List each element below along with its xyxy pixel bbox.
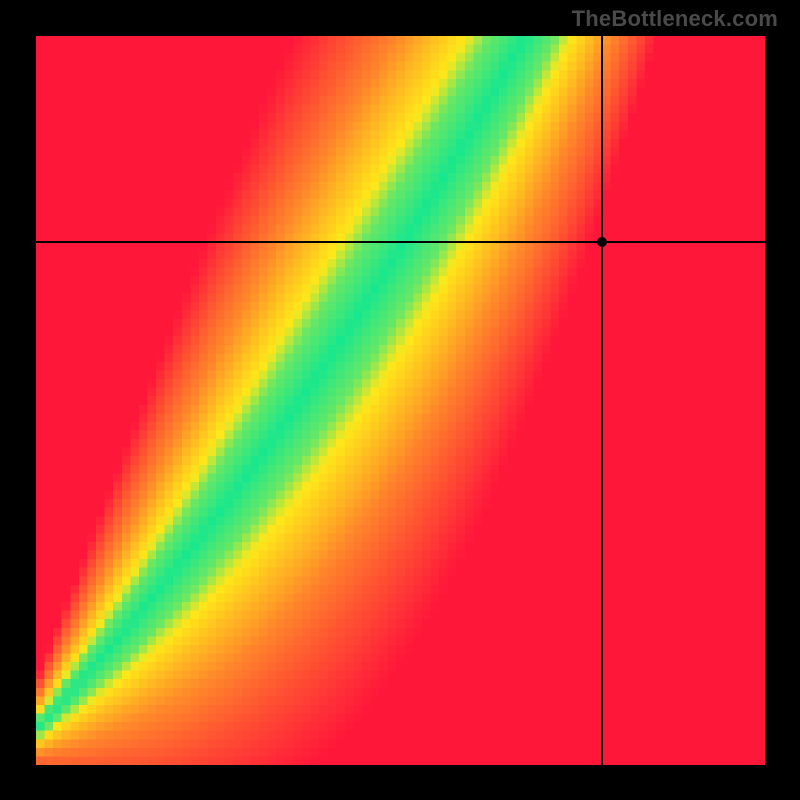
bottleneck-heatmap	[36, 36, 765, 765]
watermark-text: TheBottleneck.com	[572, 6, 778, 32]
